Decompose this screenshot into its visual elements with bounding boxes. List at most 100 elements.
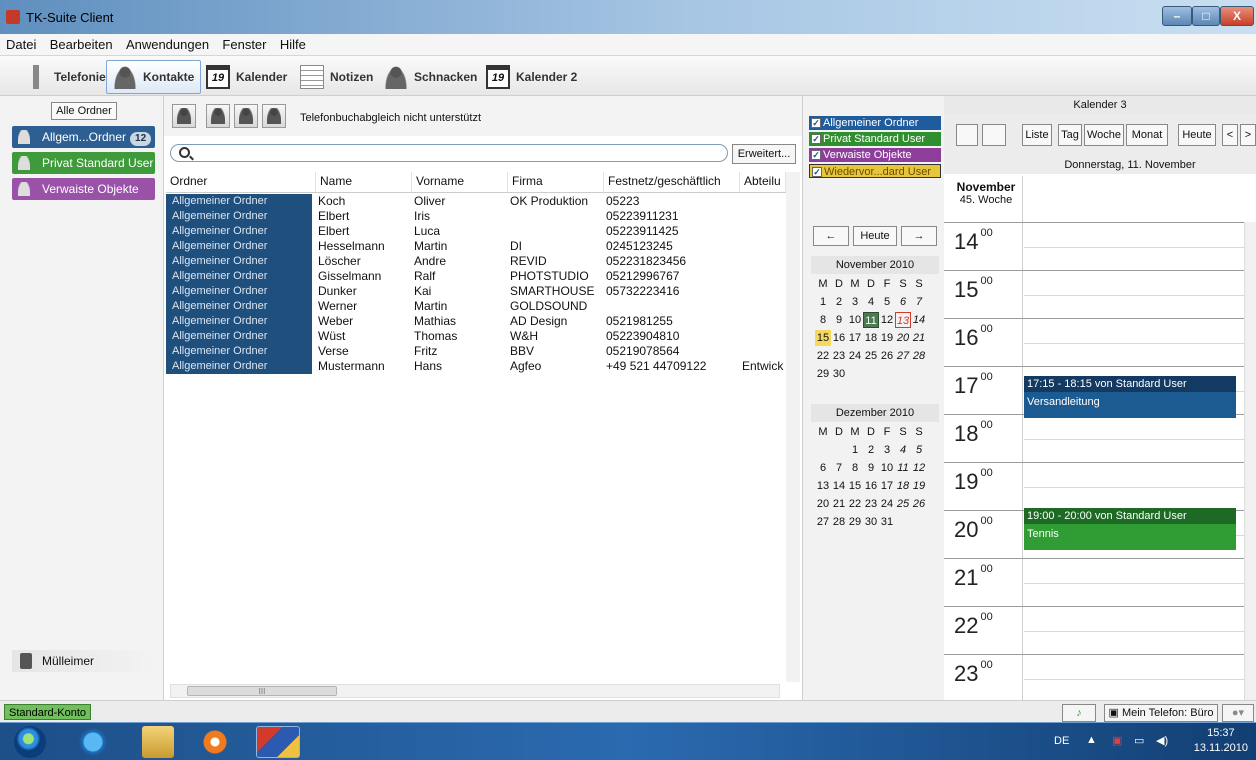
calendar-day[interactable]: 18 [863, 330, 879, 346]
prev-month-button[interactable]: ← [813, 226, 849, 246]
calendar-day[interactable]: 14 [911, 312, 927, 328]
calendar-day[interactable]: 28 [911, 348, 927, 364]
hour-slot[interactable]: 14 00 [944, 222, 1244, 270]
calendar-day[interactable]: 29 [847, 514, 863, 530]
table-row[interactable]: Allgemeiner Ordner Weber Mathias AD Design… [166, 314, 786, 329]
calendar-day[interactable]: 26 [911, 496, 927, 512]
appointment[interactable]: 19:00 - 20:00 von Standard User Tennis [1024, 508, 1236, 550]
calendar-day[interactable]: 24 [847, 348, 863, 364]
calendar-day[interactable]: 23 [831, 348, 847, 364]
col-header-abteilung[interactable]: Abteilu [740, 172, 786, 192]
calendar-day[interactable]: 21 [911, 330, 927, 346]
sort-asc-icon[interactable] [234, 104, 258, 128]
calendar-day[interactable]: 15 [815, 330, 831, 346]
col-header-festnetz[interactable]: Festnetz/geschäftlich [604, 172, 740, 192]
table-row[interactable]: Allgemeiner Ordner Verse Fritz BBV 052190785… [166, 344, 786, 359]
language-indicator[interactable]: DE [1054, 735, 1069, 747]
table-row[interactable]: Allgemeiner Ordner Wüst Thomas W&H 052239048… [166, 329, 786, 344]
calendar-day[interactable]: 11 [895, 460, 911, 476]
start-button[interactable] [14, 726, 46, 758]
calendar-day[interactable]: 12 [879, 312, 895, 328]
table-row[interactable]: Allgemeiner Ordner Elbert Iris 05223911231 [166, 209, 786, 224]
appointment[interactable]: 17:15 - 18:15 von Standard User Versandle… [1024, 376, 1236, 418]
search-input[interactable] [170, 144, 728, 162]
folder-privat-standard-user[interactable]: Privat Standard User [12, 152, 155, 174]
sort-desc-icon[interactable] [206, 104, 230, 128]
all-folders-button[interactable]: Alle Ordner [51, 102, 117, 120]
calendar-day[interactable]: 10 [847, 312, 863, 328]
calendar-day[interactable]: 30 [863, 514, 879, 530]
hour-slot[interactable]: 23 00 [944, 654, 1244, 702]
calendar-day[interactable]: 22 [847, 496, 863, 512]
tab-notizen[interactable]: Notizen [300, 60, 373, 94]
new-appointment-icon[interactable] [956, 124, 978, 146]
calendar-day[interactable]: 9 [831, 312, 847, 328]
menu-bearbeiten[interactable]: Bearbeiten [44, 34, 117, 52]
calendar-day[interactable]: 13 [895, 312, 911, 328]
calendar-day[interactable]: 27 [895, 348, 911, 364]
calendar-day[interactable]: 25 [863, 348, 879, 364]
calendar-day[interactable]: 9 [863, 460, 879, 476]
menu-datei[interactable]: Datei [0, 34, 40, 52]
volume-icon[interactable]: ◀) [1156, 734, 1168, 747]
calendar-day[interactable]: 5 [911, 442, 927, 458]
table-row[interactable]: Allgemeiner Ordner Koch Oliver OK Produktio… [166, 194, 786, 209]
calendar-day[interactable]: 14 [831, 478, 847, 494]
calendar-day[interactable]: 8 [815, 312, 831, 328]
calendar-day[interactable]: 18 [895, 478, 911, 494]
explorer-icon[interactable] [142, 726, 174, 758]
menu-hilfe[interactable]: Hilfe [274, 34, 310, 52]
network-icon[interactable]: ▣ [1112, 734, 1122, 747]
status-dropdown[interactable]: ●▾ [1222, 704, 1254, 722]
media-player-icon[interactable] [200, 726, 230, 758]
calendar-day[interactable]: 12 [911, 460, 927, 476]
calendar-day[interactable]: 7 [831, 460, 847, 476]
table-row[interactable]: Allgemeiner Ordner Elbert Luca 05223911425 [166, 224, 786, 239]
minimize-button[interactable]: – [1162, 6, 1192, 26]
calendar-day[interactable]: 20 [895, 330, 911, 346]
calendar-day[interactable]: 3 [879, 442, 895, 458]
checkbox[interactable]: ✓ [812, 167, 822, 177]
display-icon[interactable]: ▭ [1134, 734, 1144, 747]
calendar-day[interactable]: 21 [831, 496, 847, 512]
calendar-day[interactable]: 20 [815, 496, 831, 512]
calendar-day[interactable]: 2 [863, 442, 879, 458]
phone-status-icon[interactable]: ♪ [1062, 704, 1096, 722]
calendar-day[interactable]: 2 [831, 294, 847, 310]
table-row[interactable]: Allgemeiner Ordner Werner Martin GOLDSOUND [166, 299, 786, 314]
calendar-day[interactable]: 8 [847, 460, 863, 476]
horizontal-scrollbar[interactable]: III [170, 684, 780, 698]
calendar-day[interactable]: 28 [831, 514, 847, 530]
table-row[interactable]: Allgemeiner Ordner Gisselmann Ralf PHOTSTUD… [166, 269, 786, 284]
view-list-button[interactable]: Liste [1022, 124, 1052, 146]
prev-day-button[interactable]: < [1222, 124, 1238, 146]
next-month-button[interactable]: → [901, 226, 937, 246]
checkbox[interactable]: ✓ [811, 118, 821, 128]
calendar-day[interactable]: 4 [895, 442, 911, 458]
hour-slot[interactable]: 19 00 [944, 462, 1244, 510]
hour-slot[interactable]: 18 00 [944, 414, 1244, 462]
table-row[interactable]: Allgemeiner Ordner Dunker Kai SMARTHOUSE 057… [166, 284, 786, 299]
calendar-day[interactable]: 25 [895, 496, 911, 512]
hour-slot[interactable]: 15 00 [944, 270, 1244, 318]
view-day-button[interactable]: Tag [1058, 124, 1082, 146]
calendar-day[interactable]: 24 [879, 496, 895, 512]
tab-kalender-2[interactable]: 19 Kalender 2 [486, 60, 577, 94]
calendar-toggle-allgemeiner[interactable]: ✓ Allgemeiner Ordner [809, 116, 941, 130]
calendar-day[interactable]: 16 [863, 478, 879, 494]
calendar-day[interactable]: 15 [847, 478, 863, 494]
tk-suite-taskbar-icon[interactable] [256, 726, 300, 758]
view-week-button[interactable]: Woche [1084, 124, 1124, 146]
tab-kalender[interactable]: 19 Kalender [206, 60, 287, 94]
tab-schnacken[interactable]: Schnacken [384, 60, 477, 94]
today-button[interactable]: Heute [853, 226, 897, 246]
checkbox[interactable]: ✓ [811, 134, 821, 144]
calendar-day[interactable]: 6 [895, 294, 911, 310]
col-header-name[interactable]: Name [316, 172, 412, 192]
calendar-day[interactable]: 19 [911, 478, 927, 494]
calendar-toggle-verwaiste[interactable]: ✓ Verwaiste Objekte [809, 148, 941, 162]
col-header-ordner[interactable]: Ordner [166, 172, 316, 192]
col-header-vorname[interactable]: Vorname [412, 172, 508, 192]
day-scrollbar[interactable] [1244, 222, 1256, 700]
tray-expand-icon[interactable]: ▲ [1086, 734, 1097, 746]
